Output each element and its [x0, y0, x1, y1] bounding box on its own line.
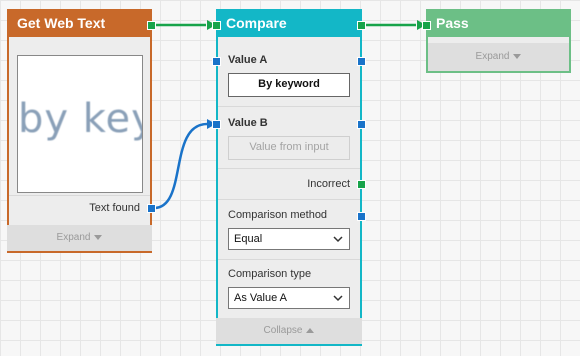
- divider: [218, 168, 360, 169]
- collapse-label: Collapse: [263, 325, 303, 336]
- incorrect-label: Incorrect: [307, 178, 350, 190]
- divider: [218, 199, 360, 200]
- node-header[interactable]: Get Web Text: [7, 9, 152, 37]
- chevron-down-icon: [513, 53, 522, 59]
- preview-text: by keyw: [18, 96, 142, 142]
- divider: [218, 106, 360, 107]
- text-found-port[interactable]: [147, 204, 156, 213]
- value-b-out-port[interactable]: [357, 120, 366, 129]
- value-a-field[interactable]: By keyword: [228, 73, 350, 97]
- node-title: Get Web Text: [17, 15, 106, 31]
- divider: [9, 195, 150, 196]
- comparison-method-select[interactable]: Equal: [228, 228, 350, 250]
- node-compare[interactable]: Compare Value A By keyword Value B Value…: [216, 9, 362, 346]
- compare-in-port[interactable]: [212, 21, 221, 30]
- expand-button[interactable]: Expand: [428, 43, 569, 71]
- node-header[interactable]: Pass: [426, 9, 571, 37]
- expand-label: Expand: [56, 232, 91, 243]
- expand-label: Expand: [475, 51, 510, 62]
- comparison-type-value: As Value A: [234, 292, 287, 304]
- node-title: Pass: [436, 15, 469, 31]
- chevron-down-icon: [333, 295, 343, 302]
- collapse-button[interactable]: Collapse: [216, 318, 362, 344]
- comparison-type-select[interactable]: As Value A: [228, 287, 350, 309]
- incorrect-out-port[interactable]: [357, 180, 366, 189]
- output-label-text-found: Text found: [89, 202, 140, 214]
- comparison-method-out-port[interactable]: [357, 212, 366, 221]
- comparison-method-value: Equal: [234, 233, 263, 245]
- chevron-up-icon: [306, 327, 315, 333]
- value-a-in-port[interactable]: [212, 57, 221, 66]
- get-web-text-out-port[interactable]: [147, 21, 156, 30]
- node-title: Compare: [226, 15, 287, 31]
- chevron-down-icon: [94, 234, 103, 240]
- chevron-down-icon: [333, 236, 343, 243]
- pass-in-port[interactable]: [422, 21, 431, 30]
- compare-out-port[interactable]: [357, 21, 366, 30]
- node-header[interactable]: Compare: [216, 9, 362, 37]
- value-b-field[interactable]: Value from input: [228, 136, 350, 160]
- value-a-label: Value A: [228, 54, 268, 66]
- value-b-label: Value B: [228, 117, 268, 129]
- expand-button[interactable]: Expand: [7, 225, 152, 251]
- comparison-type-label: Comparison type: [228, 268, 312, 280]
- node-get-web-text[interactable]: Get Web Text by keyw Text found Expand: [7, 9, 152, 253]
- comparison-method-label: Comparison method: [228, 209, 328, 221]
- value-a-out-port[interactable]: [357, 57, 366, 66]
- web-text-preview-image: by keyw: [17, 55, 143, 193]
- divider: [218, 259, 360, 260]
- value-b-in-port[interactable]: [212, 120, 221, 129]
- link-text-found-to-value-b: [153, 122, 208, 210]
- node-pass[interactable]: Pass Expand: [426, 9, 571, 73]
